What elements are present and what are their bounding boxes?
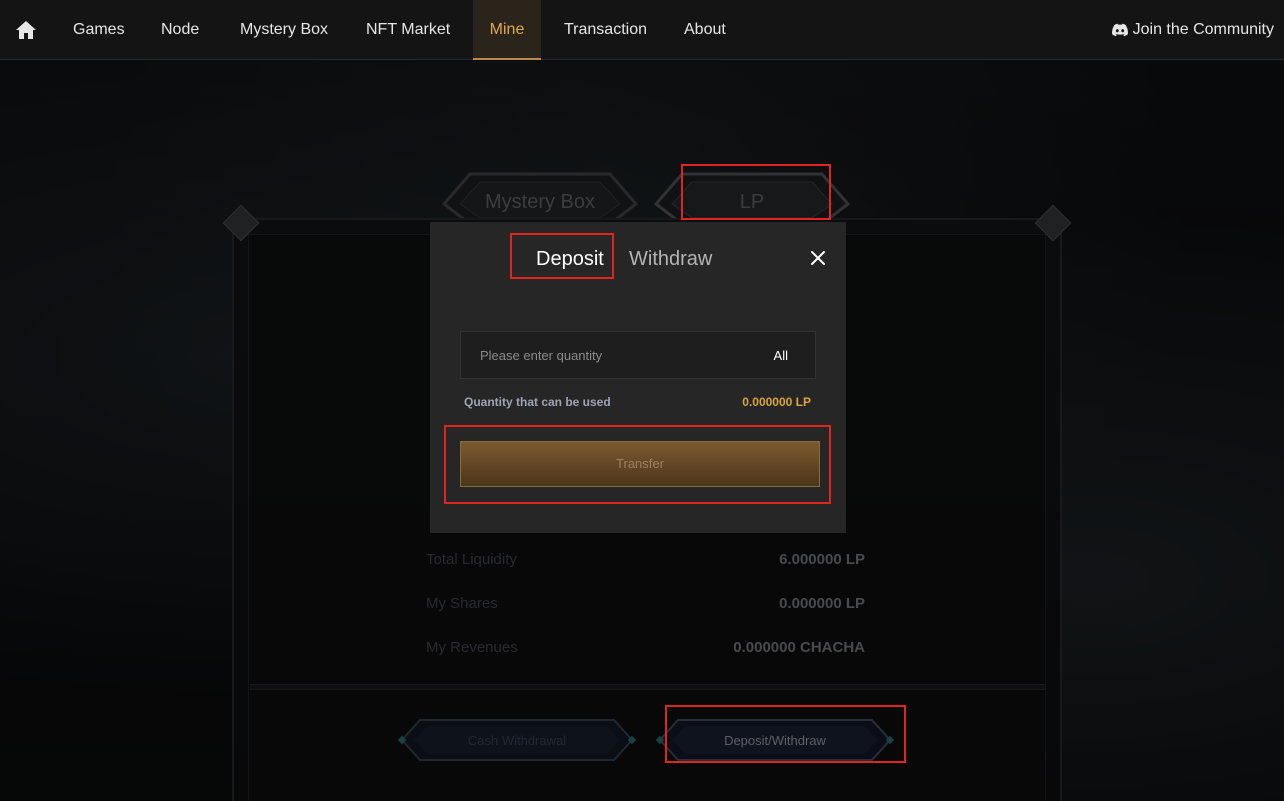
nav-item-about[interactable]: About	[684, 0, 726, 60]
quantity-field: All	[460, 331, 816, 379]
usable-quantity-label: Quantity that can be used	[464, 395, 611, 409]
nav-item-mine[interactable]: Mine	[473, 0, 541, 60]
discord-icon	[1111, 21, 1133, 38]
nav-item-node[interactable]: Node	[161, 0, 199, 60]
nav-item-transaction[interactable]: Transaction	[564, 0, 647, 60]
transfer-button[interactable]: Transfer	[460, 441, 820, 487]
deposit-modal: Deposit Withdraw All Quantity that can b…	[430, 222, 846, 533]
nav-item-games[interactable]: Games	[73, 0, 125, 60]
join-community-link[interactable]: Join the Community	[1111, 0, 1274, 60]
nav-item-mystery-box[interactable]: Mystery Box	[240, 0, 328, 60]
all-button[interactable]: All	[774, 348, 788, 363]
close-icon[interactable]	[809, 249, 827, 267]
top-nav: Games Node Mystery Box NFT Market Mine T…	[0, 0, 1284, 60]
quantity-input[interactable]	[480, 332, 760, 378]
modal-tab-deposit[interactable]: Deposit	[536, 248, 604, 271]
nav-item-nft-market[interactable]: NFT Market	[366, 0, 450, 60]
home-icon[interactable]	[14, 19, 38, 41]
join-community-label: Join the Community	[1132, 21, 1274, 38]
modal-tab-withdraw[interactable]: Withdraw	[629, 248, 712, 271]
usable-quantity-value: 0.000000 LP	[742, 395, 811, 409]
